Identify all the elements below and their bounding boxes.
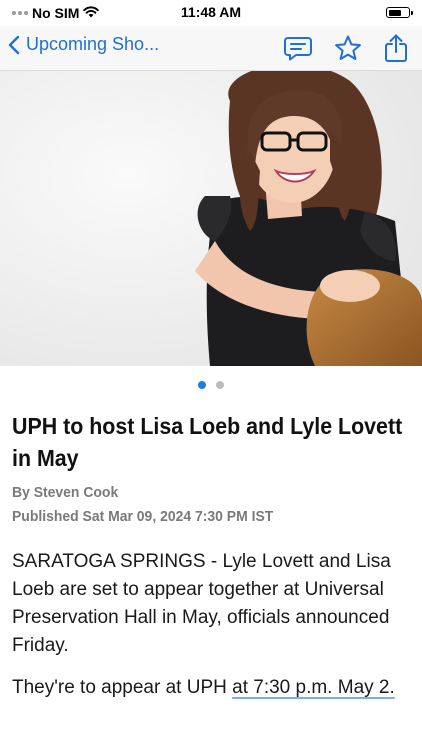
article-byline: By Steven Cook [12, 484, 119, 501]
status-bar: No SIM 11:48 AM [0, 0, 422, 26]
article-paragraph: SARATOGA SPRINGS - Lyle Lovett and Lisa … [12, 551, 391, 656]
back-button[interactable]: Upcoming Sho... [8, 34, 159, 55]
article-photo[interactable] [0, 71, 422, 366]
star-icon[interactable] [334, 34, 362, 67]
article-body: UPH to host Lisa Loeb and Lyle Lovett in… [12, 410, 410, 702]
paragraph-text: They're to appear at UPH [12, 677, 233, 698]
gallery-page-indicator[interactable] [0, 376, 422, 394]
back-button-label: Upcoming Sho... [26, 34, 160, 54]
article-published-date: Published Sat Mar 09, 2024 7:30 PM IST [12, 508, 274, 525]
chevron-left-icon [8, 35, 20, 54]
share-icon[interactable] [384, 33, 408, 68]
battery-icon [386, 7, 413, 18]
navigation-bar: Upcoming Sho... [0, 26, 422, 71]
article-paragraph: They're to appear at UPH at 7:30 p.m. Ma… [12, 674, 410, 702]
event-time-link[interactable]: at 7:30 p.m. May 2. [232, 677, 395, 698]
clock: 11:48 AM [180, 4, 242, 20]
article-headline: UPH to host Lisa Loeb and Lyle Lovett in… [12, 413, 403, 471]
page-dot[interactable] [216, 381, 224, 389]
comments-icon[interactable] [284, 35, 312, 66]
page-dot-active[interactable] [198, 381, 206, 389]
